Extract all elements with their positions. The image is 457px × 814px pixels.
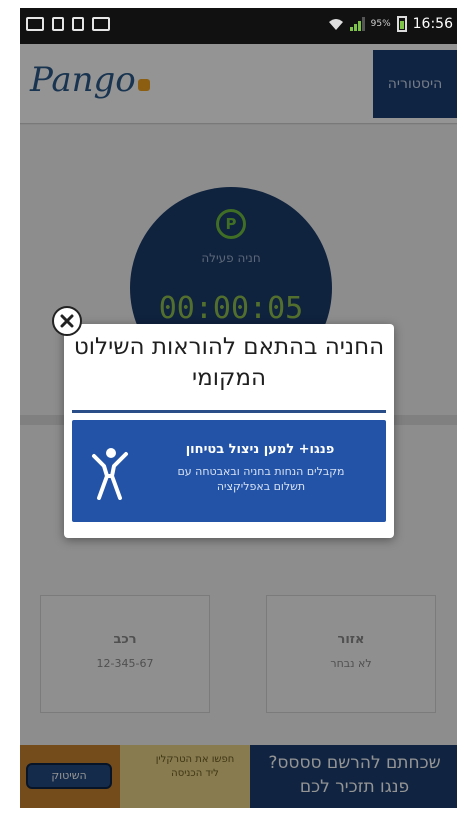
clock: 16:56: [412, 16, 453, 32]
action-main-text: פנגו+ למען ניצול בטיחון: [185, 442, 335, 457]
signal-icon: [349, 17, 365, 31]
image-notification-icon: [92, 17, 110, 31]
wifi-icon: [328, 19, 343, 30]
close-button[interactable]: [52, 306, 82, 336]
dialog-separator: [72, 410, 386, 413]
pango-plus-button[interactable]: פנגו+ למען ניצול בטיחון מקבלים הנחות בחנ…: [72, 420, 386, 522]
person-icon: [92, 448, 128, 500]
notification-icons: [26, 17, 110, 31]
parking-dialog: החניה בהתאם להוראות השילוט המקומי פנגו+ …: [64, 324, 394, 538]
status-bar: 95% 16:56: [20, 8, 457, 44]
close-icon: [60, 314, 74, 328]
screen-notification-icon: [72, 17, 84, 31]
action-sub-text: מקבלים הנחות בחניה ובאבטחה עם תשלום באפל…: [177, 465, 345, 493]
phone-notification-icon: [52, 17, 64, 31]
mail-notification-icon: [26, 17, 44, 31]
status-indicators: 95% 16:56: [328, 16, 453, 32]
battery-percent: 95%: [370, 19, 391, 29]
dialog-title: החניה בהתאם להוראות השילוט המקומי: [73, 334, 385, 391]
battery-icon: [396, 16, 407, 32]
phone-frame: 95% 16:56 Pango היסטוריה P חניה פעילה 00…: [0, 0, 457, 814]
